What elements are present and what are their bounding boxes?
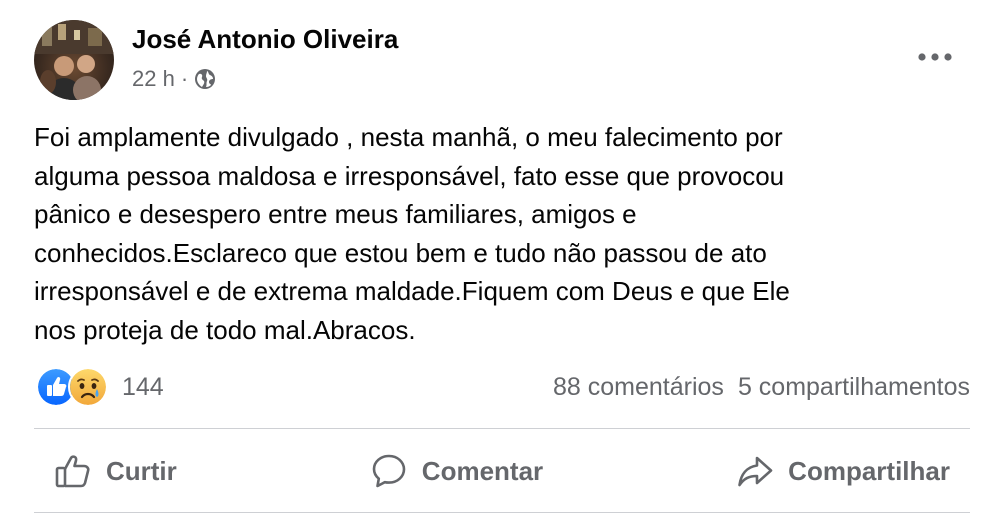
avatar-photo [34,20,114,100]
comment-button[interactable]: Comentar [350,444,563,498]
globe-icon[interactable] [194,68,216,90]
post-card: José Antonio Oliveira 22 h · Foi amplame… [0,0,1006,518]
more-options-button[interactable] [912,42,958,72]
sad-icon [68,367,108,407]
share-button[interactable]: Compartilhar [716,444,970,498]
author-name[interactable]: José Antonio Oliveira [132,24,398,55]
post-stats: 88 comentários 5 compartilhamentos [553,368,970,406]
divider [34,428,970,429]
comment-icon [372,454,406,488]
thumbs-up-icon [55,455,90,488]
like-button[interactable]: Curtir [34,444,197,498]
share-label: Compartilhar [788,455,950,486]
action-bar: Curtir Comentar Compartilhar [34,432,970,510]
meta-separator: · [180,66,189,91]
reactions-summary[interactable]: 144 [36,367,164,407]
post-meta: 22 h · [132,64,216,94]
shares-count-link[interactable]: 5 compartilhamentos [738,373,970,402]
reaction-count[interactable]: 144 [122,373,164,402]
comment-label: Comentar [421,455,544,486]
post-timestamp[interactable]: 22 h [132,66,175,92]
share-icon [738,456,773,487]
like-label: Curtir [106,455,177,486]
divider [34,512,970,513]
author-avatar[interactable] [34,20,114,100]
more-options-icon [918,53,952,61]
comments-count-link[interactable]: 88 comentários [553,373,724,402]
post-text: Foi amplamente divulgado , nesta manhã, … [34,122,790,345]
